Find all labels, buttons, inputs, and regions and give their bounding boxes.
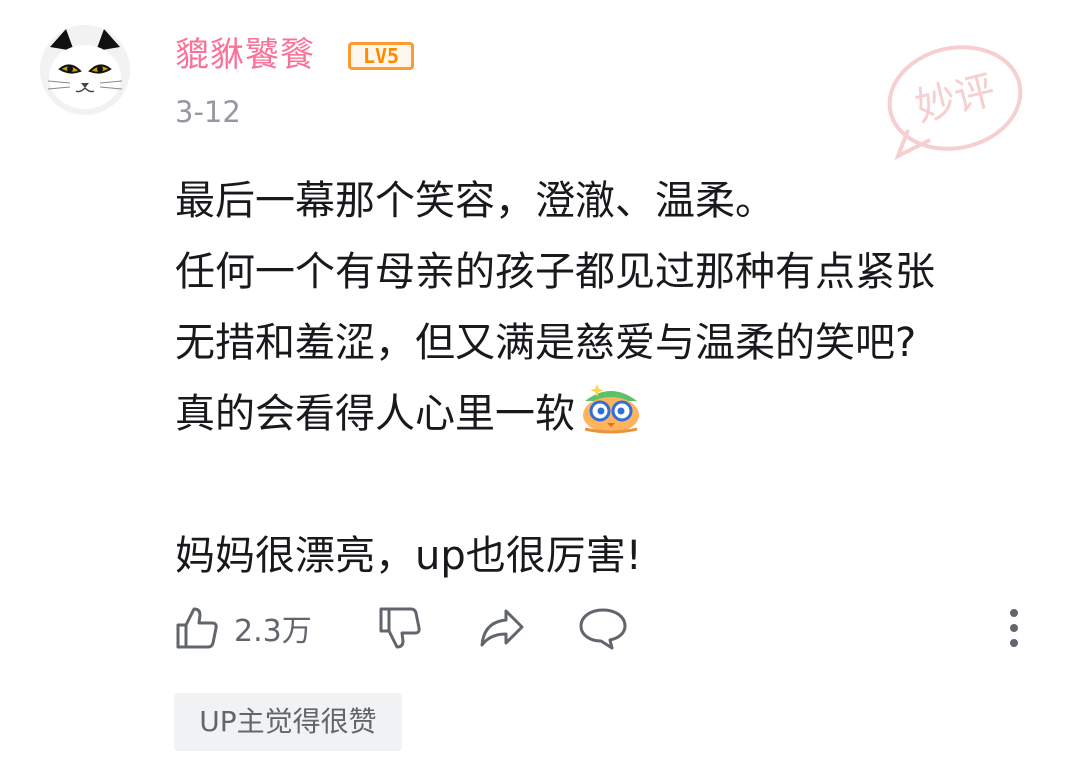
- share-button[interactable]: [478, 600, 526, 656]
- thumbs-up-icon: [176, 607, 218, 649]
- thumbs-down-icon: [379, 607, 421, 649]
- dislike-button[interactable]: [377, 600, 423, 656]
- reply-button[interactable]: [578, 600, 628, 656]
- comment-blank-line: [175, 450, 1055, 521]
- up-liked-tag: UP主觉得很赞: [174, 693, 402, 751]
- cat-avatar-icon: [40, 25, 130, 115]
- stamp-label: 妙评: [911, 67, 1000, 131]
- username[interactable]: 貔貅饕餮: [175, 34, 315, 76]
- featured-comment-stamp: 妙评: [887, 45, 1023, 161]
- more-options-button[interactable]: [1004, 600, 1024, 656]
- share-icon: [480, 609, 524, 647]
- comment-line-with-emoji: 真的会看得人心里一软: [175, 379, 1055, 450]
- comment-line-text: 真的会看得人心里一软: [175, 391, 575, 437]
- comment-date: 3-12: [175, 95, 241, 129]
- like-button[interactable]: 2.3万: [174, 600, 312, 656]
- like-count: 2.3万: [234, 614, 312, 649]
- comment-body: 最后一幕那个笑容，澄澈、温柔。 任何一个有母亲的孩子都见过那种有点紧张 无措和羞…: [175, 166, 1055, 592]
- comment-line: 妈妈很漂亮，up也很厉害!: [175, 533, 642, 579]
- bilibili-sticker-emoji-icon: [583, 384, 639, 434]
- level-badge: LV5: [348, 42, 414, 70]
- avatar[interactable]: [40, 25, 130, 115]
- more-vertical-icon: [1010, 609, 1018, 647]
- comment-action-bar: 2.3万: [0, 600, 1080, 656]
- reply-icon: [579, 608, 627, 650]
- comment-line: 任何一个有母亲的孩子都见过那种有点紧张: [175, 249, 935, 295]
- comment-line: 无措和羞涩，但又满是慈爱与温柔的笑吧?: [175, 320, 917, 366]
- comment-line: 最后一幕那个笑容，澄澈、温柔。: [175, 178, 775, 224]
